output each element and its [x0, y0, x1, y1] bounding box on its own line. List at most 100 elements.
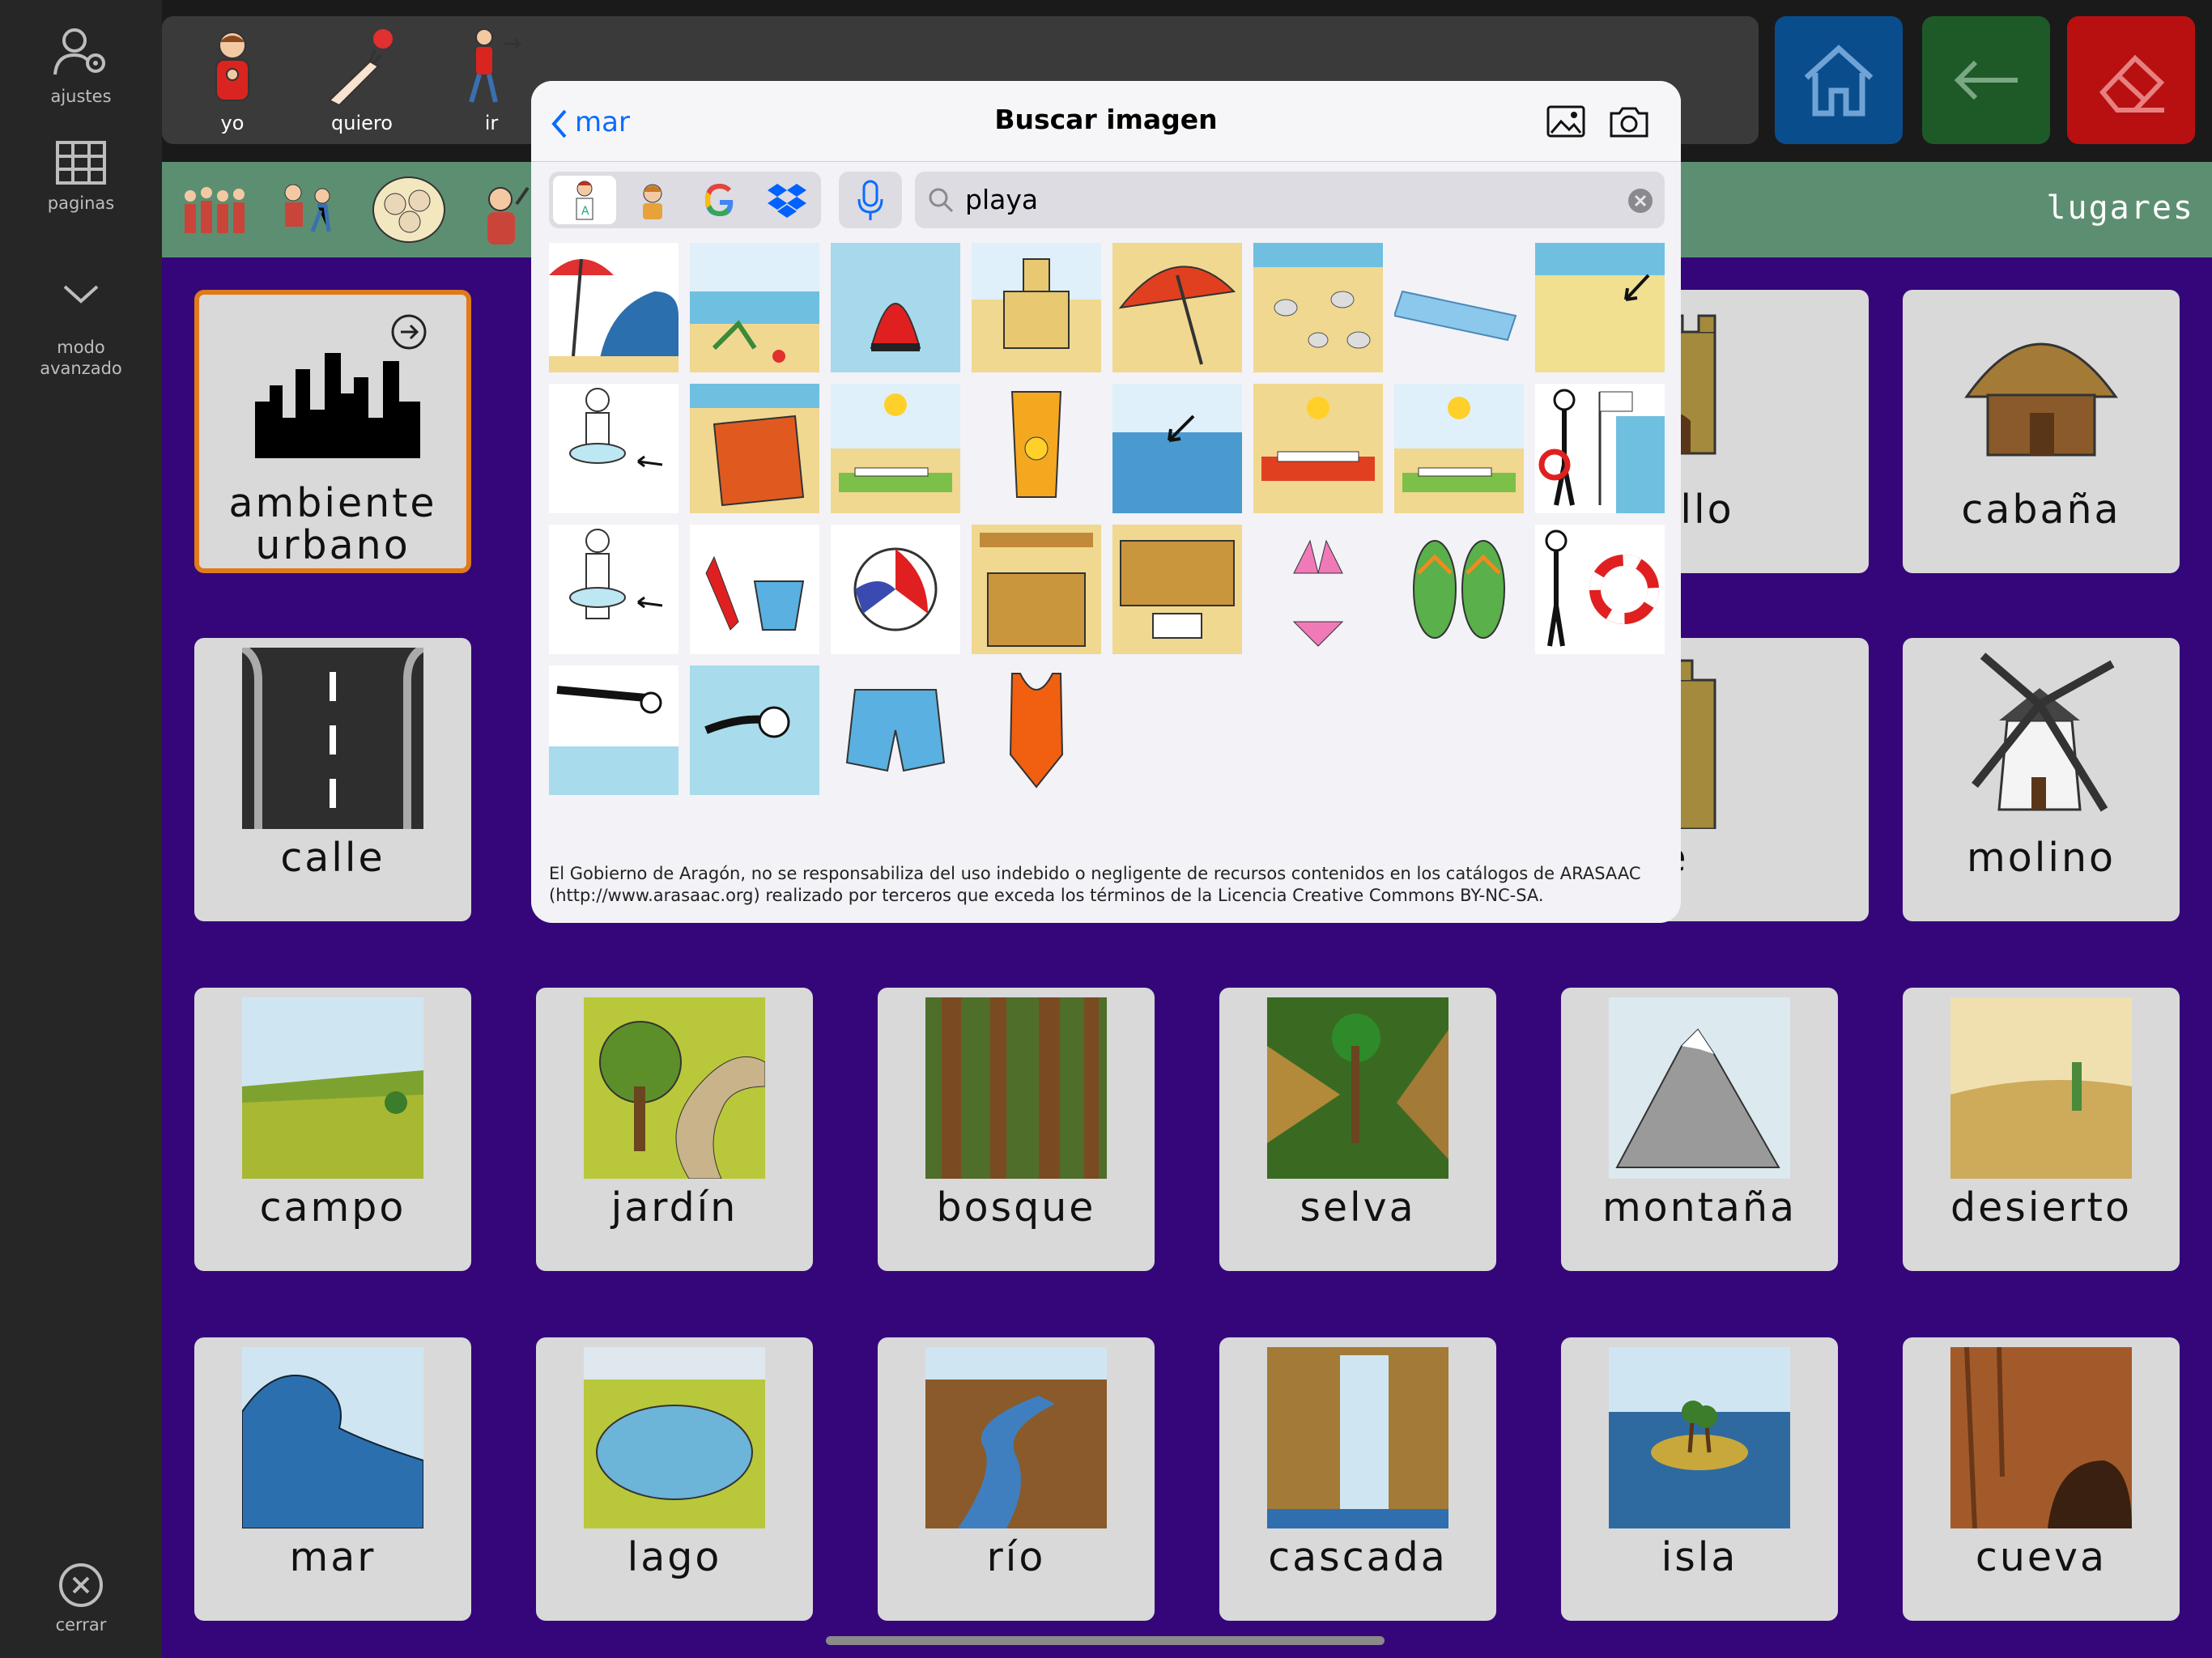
- river-icon: [925, 1347, 1107, 1528]
- tile-label: cascada: [1268, 1534, 1448, 1580]
- close-button[interactable]: cerrar: [0, 1561, 162, 1635]
- tile-montana[interactable]: montaña: [1561, 988, 1838, 1271]
- sunbathing-sun-icon[interactable]: [1394, 384, 1524, 513]
- microphone-icon: [857, 180, 883, 220]
- seashells-icon[interactable]: [1253, 243, 1383, 372]
- search-image-dialog: mar Buscar imagen A playa El Gobierno de…: [531, 81, 1681, 923]
- beach-chair-icon[interactable]: [690, 243, 819, 372]
- tile-campo[interactable]: campo: [194, 988, 471, 1271]
- field-icon: [242, 997, 423, 1179]
- tile-label: bosque: [936, 1184, 1096, 1231]
- source-google[interactable]: [688, 176, 751, 224]
- swimming-icon[interactable]: [690, 665, 819, 795]
- search-icon: [929, 188, 954, 213]
- voice-search-button[interactable]: [839, 172, 902, 228]
- tile-lago[interactable]: lago: [536, 1337, 813, 1621]
- swimsuit-icon[interactable]: [972, 665, 1101, 795]
- tile-mar[interactable]: mar: [194, 1337, 471, 1621]
- source-arasaac[interactable]: A: [553, 176, 616, 224]
- arrow-left-icon: [1954, 60, 2018, 100]
- lifebuoy-person-icon[interactable]: [1535, 525, 1665, 654]
- beach-bar-icon[interactable]: [972, 525, 1101, 654]
- tile-cabana[interactable]: cabaña: [1903, 290, 2180, 573]
- lake-icon: [584, 1347, 765, 1528]
- tile-label: lago: [627, 1534, 722, 1580]
- tile-bosque[interactable]: bosque: [878, 988, 1155, 1271]
- chevron-down-icon: [63, 285, 99, 304]
- sea-arrow-icon[interactable]: [1112, 384, 1242, 513]
- buoy-icon[interactable]: [831, 243, 960, 372]
- tile-rio[interactable]: río: [878, 1337, 1155, 1621]
- svg-text:A: A: [581, 205, 589, 218]
- search-field[interactable]: playa: [915, 172, 1665, 228]
- search-input[interactable]: playa: [965, 184, 1038, 215]
- lying-towel-icon[interactable]: [1253, 384, 1383, 513]
- category-feelings-icon[interactable]: [371, 172, 448, 249]
- tile-calle[interactable]: calle: [194, 638, 471, 921]
- sunscreen-icon[interactable]: [972, 384, 1101, 513]
- bikini-icon[interactable]: [1253, 525, 1383, 654]
- close-icon: [59, 1563, 103, 1607]
- tile-jardin[interactable]: jardín: [536, 988, 813, 1271]
- road-icon: [242, 648, 423, 829]
- tile-selva[interactable]: selva: [1219, 988, 1496, 1271]
- beach-restaurant-icon[interactable]: [1112, 525, 1242, 654]
- boy-float-icon[interactable]: [549, 525, 678, 654]
- person-walking-icon: [469, 28, 522, 103]
- sunbathing-icon[interactable]: [831, 384, 960, 513]
- hand-reaching-ball-icon: [328, 29, 393, 107]
- sentence-word[interactable]: ir: [439, 26, 544, 139]
- diving-icon[interactable]: [549, 665, 678, 795]
- sidebar: ajustes paginas modo avanzado cerrar: [0, 0, 162, 1658]
- settings-button[interactable]: ajustes: [0, 24, 162, 107]
- clear-search-icon[interactable]: [1627, 188, 1653, 214]
- swim-shorts-icon[interactable]: [831, 665, 960, 795]
- tile-desierto[interactable]: desierto: [1903, 988, 2180, 1271]
- clear-button[interactable]: [2067, 16, 2195, 144]
- photo-library-button[interactable]: [1543, 99, 1589, 144]
- lifeguard-icon[interactable]: [1535, 384, 1665, 513]
- word-label: quiero: [331, 112, 393, 134]
- flip-flops-icon[interactable]: [1394, 525, 1524, 654]
- tile-cascada[interactable]: cascada: [1219, 1337, 1496, 1621]
- camera-button[interactable]: [1606, 99, 1652, 144]
- tile-isla[interactable]: isla: [1561, 1337, 1838, 1621]
- beach-umbrella-wave-icon[interactable]: [549, 243, 678, 372]
- source-child[interactable]: [621, 176, 684, 224]
- red-parasol-icon[interactable]: [1112, 243, 1242, 372]
- tile-label: selva: [1300, 1184, 1416, 1231]
- source-dropbox[interactable]: [755, 176, 819, 224]
- word-label: yo: [220, 112, 245, 134]
- tile-label: jardín: [610, 1184, 738, 1231]
- beach-ball-icon[interactable]: [831, 525, 960, 654]
- home-button[interactable]: [1775, 16, 1903, 144]
- category-actions-icon[interactable]: [269, 172, 346, 249]
- advanced-mode-button[interactable]: modo avanzado: [0, 257, 162, 379]
- hut-icon: [1964, 342, 2118, 457]
- sentence-word[interactable]: quiero: [309, 26, 415, 139]
- sand-arrow-icon[interactable]: [1535, 243, 1665, 372]
- eraser-icon: [2099, 54, 2165, 113]
- sandcastle-icon[interactable]: [972, 243, 1101, 372]
- category-people-icon[interactable]: [180, 172, 257, 249]
- bucket-spade-icon[interactable]: [690, 525, 819, 654]
- tile-cueva[interactable]: cueva: [1903, 1337, 2180, 1621]
- child-source-icon: [643, 184, 662, 219]
- tile-ambiente-urbano[interactable]: ambiente urbano: [194, 290, 471, 573]
- tile-label: río: [986, 1534, 1046, 1580]
- tile-label: cabaña: [1961, 487, 2121, 533]
- home-indicator[interactable]: [826, 1636, 1385, 1645]
- category-title: lugares: [2046, 189, 2194, 227]
- pages-button[interactable]: paginas: [0, 139, 162, 214]
- advanced-mode-label: modo avanzado: [40, 338, 122, 378]
- air-mattress-icon[interactable]: [1394, 243, 1524, 372]
- tile-molino[interactable]: molino: [1903, 638, 2180, 921]
- girl-float-icon[interactable]: [549, 384, 678, 513]
- back-button[interactable]: [1922, 16, 2050, 144]
- sentence-word[interactable]: yo: [180, 26, 285, 139]
- source-selector: A: [549, 172, 821, 228]
- pages-label: paginas: [47, 193, 115, 213]
- beach-towel-icon[interactable]: [690, 384, 819, 513]
- dialog-title: Buscar imagen: [994, 104, 1218, 135]
- settings-label: ajustes: [50, 87, 112, 106]
